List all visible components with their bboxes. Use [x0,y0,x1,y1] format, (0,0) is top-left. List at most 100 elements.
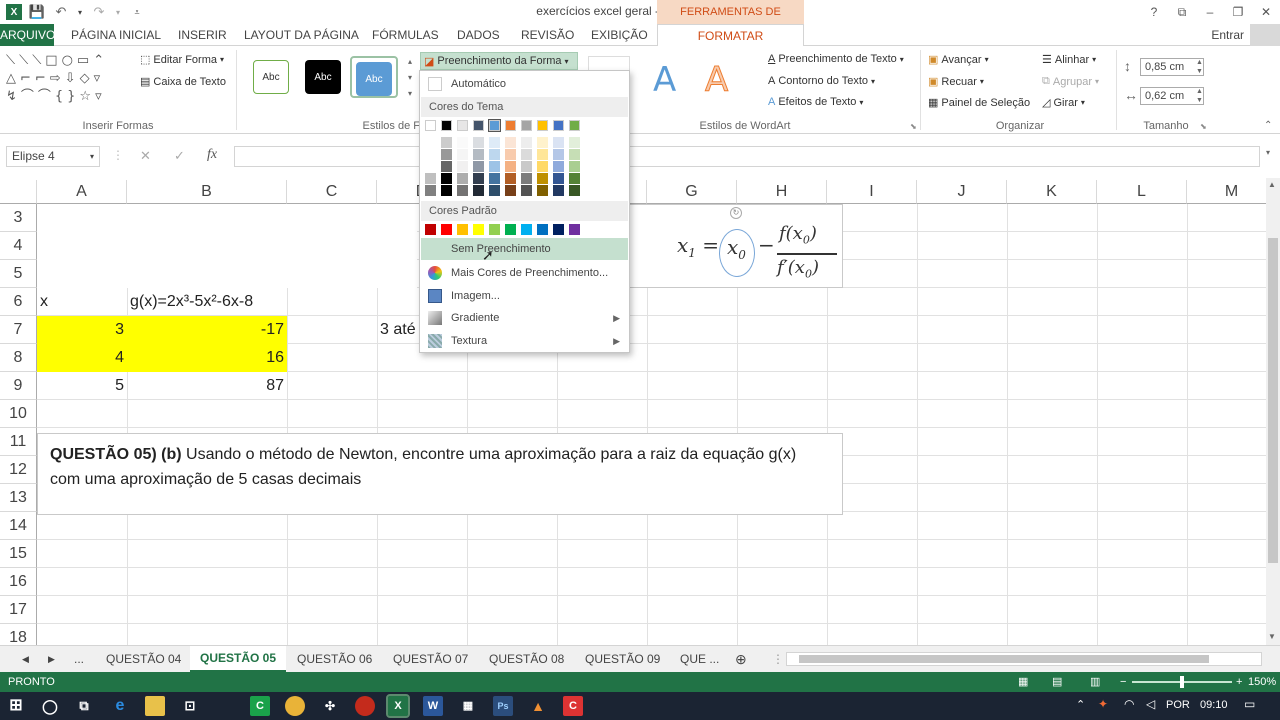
close-icon[interactable]: ✕ [1252,0,1280,24]
column-header[interactable]: C [287,180,377,204]
sheet-tab[interactable]: QUESTÃO 09 [585,649,660,671]
gradient-fill-item[interactable]: Gradiente ▶ [421,307,628,329]
row-header[interactable]: 13 [0,484,37,512]
normal-view-icon[interactable]: ▦ [1018,672,1028,692]
theme-color-shade-swatch[interactable] [489,161,500,172]
theme-color-swatch[interactable] [488,119,501,132]
cell-b9[interactable]: 87 [127,372,287,400]
column-header[interactable]: G [647,180,737,204]
theme-color-shade-swatch[interactable] [457,137,468,148]
shape-styles-scroll[interactable]: ▴ ▾ ▾ [404,54,416,104]
cell-b8[interactable]: 16 [127,344,287,372]
bring-forward-button[interactable]: ▣ Avançar ▾ [928,53,989,67]
vlc-icon[interactable]: ▲ [528,696,548,716]
cell-a9[interactable]: 5 [37,372,127,400]
tab-inserir[interactable]: INSERIR [178,24,227,46]
confirm-icon[interactable]: ✓ [174,148,185,164]
row-header[interactable]: 5 [0,260,37,288]
align-button[interactable]: ☰ Alinhar ▾ [1042,53,1096,67]
collapse-ribbon-icon[interactable]: ⌃ [1264,120,1272,131]
theme-color-shade-swatch[interactable] [537,173,548,184]
standard-color-swatch[interactable] [441,224,452,235]
row-header[interactable]: 18 [0,624,37,645]
theme-color-swatch[interactable] [457,120,468,131]
red-app-icon[interactable]: C [563,696,583,716]
no-fill-item[interactable]: Sem Preenchimento [421,238,628,260]
ribbon-display-icon[interactable]: ⧉ [1168,0,1196,24]
shape-style-1[interactable]: Abc [253,60,289,94]
row-header[interactable]: 12 [0,456,37,484]
row-header[interactable]: 9 [0,372,37,400]
theme-color-shade-swatch[interactable] [505,173,516,184]
wifi-icon[interactable]: ◠ [1124,697,1134,711]
sheet-tab[interactable]: QUESTÃO 06 [297,649,372,671]
avatar[interactable] [1250,24,1280,46]
standard-color-swatch[interactable] [553,224,564,235]
scroll-down-icon[interactable]: ▼ [1268,632,1276,641]
width-input[interactable]: 0,62 cm [1140,87,1204,105]
theme-color-shade-swatch[interactable] [553,185,564,196]
column-header[interactable]: L [1097,180,1187,204]
column-header[interactable]: A [37,180,127,204]
sheet-tab-active[interactable]: QUESTÃO 05 [190,646,287,672]
task-view-icon[interactable]: ⧉ [74,696,94,716]
theme-color-shade-swatch[interactable] [489,137,500,148]
select-all-corner[interactable] [0,180,37,204]
row-header[interactable]: 14 [0,512,37,540]
theme-color-shade-swatch[interactable] [553,161,564,172]
tab-splitter-icon[interactable]: ⋮ [772,649,784,671]
theme-color-shade-swatch[interactable] [489,149,500,160]
page-break-icon[interactable]: ▥ [1090,672,1100,692]
cell-b6[interactable]: g(x)=2x³-5x²-6x-8 [127,288,287,316]
height-input[interactable]: 0,85 cm [1140,58,1204,76]
tab-pagina-inicial[interactable]: PÁGINA INICIAL [71,24,161,46]
theme-color-shade-swatch[interactable] [457,185,468,196]
expand-formula-bar-icon[interactable]: ▾ [1266,148,1270,157]
tab-formatar[interactable]: FORMATAR [657,24,804,47]
rotate-button[interactable]: ◿ Girar ▾ [1042,96,1085,110]
newton-formula-image[interactable]: x1 = ↻ x0 − f(x0) f′(x0) [628,204,843,288]
theme-color-shade-swatch[interactable] [537,161,548,172]
standard-color-swatch[interactable] [569,224,580,235]
shape-style-3[interactable]: Abc [356,62,392,96]
formula-input[interactable] [234,146,1260,167]
media-app-icon[interactable]: ✣ [320,696,340,716]
dialog-launcher-icon[interactable]: ⬊ [910,122,917,131]
theme-color-shade-swatch[interactable] [521,137,532,148]
column-header[interactable]: M [1187,180,1266,204]
theme-color-shade-swatch[interactable] [569,161,580,172]
picture-fill-item[interactable]: Imagem... [421,285,628,307]
language-indicator[interactable]: POR [1166,699,1190,711]
rotate-handle-icon[interactable]: ↻ [730,207,742,219]
add-sheet-icon[interactable]: ⊕ [735,649,747,671]
wordart-style-blue[interactable]: A [653,60,676,100]
selection-pane-button[interactable]: ▦ Painel de Seleção [928,96,1030,110]
calculator-icon[interactable]: ▦ [458,696,478,716]
theme-color-shade-swatch[interactable] [425,161,436,172]
sheet-tab[interactable]: QUESTÃO 08 [489,649,564,671]
theme-color-shade-swatch[interactable] [457,161,468,172]
send-backward-button[interactable]: ▣ Recuar ▾ [928,75,984,89]
sheet-tab[interactable]: QUESTÃO 07 [393,649,468,671]
app-green-icon[interactable]: C [250,696,270,716]
theme-color-swatch[interactable] [553,120,564,131]
theme-color-shade-swatch[interactable] [521,149,532,160]
shape-fill-button[interactable]: ◪ Preenchimento da Forma ▾ [420,52,578,70]
vertical-scrollbar[interactable]: ▲ ▼ [1266,178,1280,645]
tray-app-icon[interactable]: ✦ [1098,697,1108,711]
sign-in-link[interactable]: Entrar [1211,24,1244,46]
row-header[interactable]: 8 [0,344,37,372]
notifications-icon[interactable]: ▭ [1244,697,1255,711]
store-icon[interactable]: ⊡ [180,696,200,716]
theme-color-shade-swatch[interactable] [473,149,484,160]
theme-color-shade-swatch[interactable] [521,185,532,196]
cell-b7[interactable]: -17 [127,316,287,344]
theme-color-swatch[interactable] [521,120,532,131]
zoom-out-icon[interactable]: − [1120,672,1126,692]
theme-color-shade-swatch[interactable] [441,149,452,160]
vertical-scroll-thumb[interactable] [1268,238,1278,563]
restore-icon[interactable]: ❐ [1224,0,1252,24]
row-header[interactable]: 4 [0,232,37,260]
theme-color-swatch[interactable] [569,120,580,131]
theme-color-shade-swatch[interactable] [505,161,516,172]
